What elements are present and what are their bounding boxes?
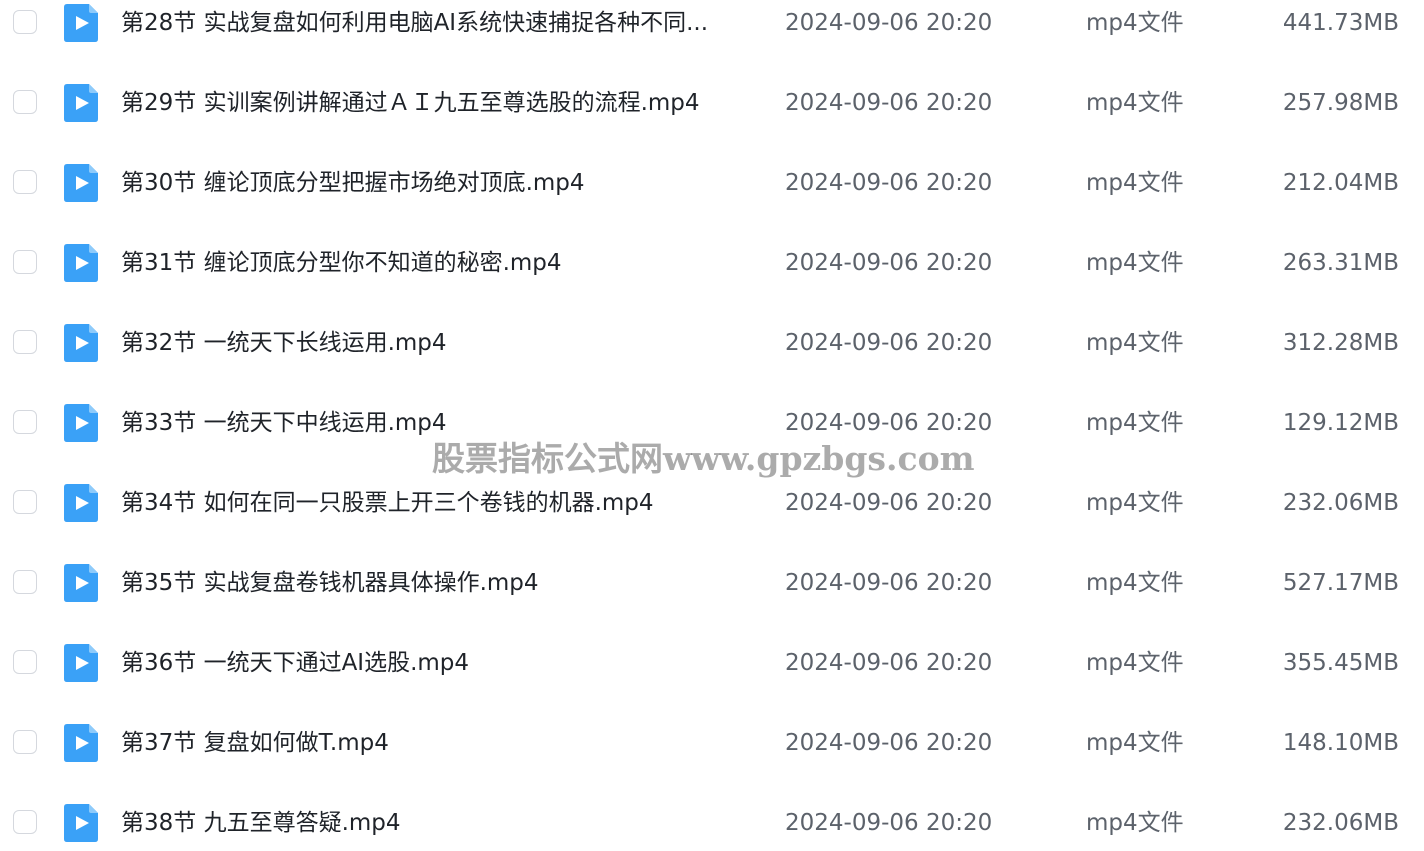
file-row[interactable]: 第30节 缠论顶底分型把握市场绝对顶底.mp4 2024-09-06 20:20… — [0, 161, 1424, 241]
file-type: mp4文件 — [1086, 90, 1184, 116]
video-file-icon — [64, 724, 98, 762]
row-checkbox[interactable] — [13, 330, 37, 354]
row-checkbox[interactable] — [13, 90, 37, 114]
file-size: 212.04MB — [1282, 170, 1399, 196]
video-file-icon — [64, 84, 98, 122]
file-name[interactable]: 第35节 实战复盘卷钱机器具体操作.mp4 — [121, 561, 741, 605]
video-file-icon — [64, 564, 98, 602]
file-row[interactable]: 第29节 实训案例讲解通过ＡＩ九五至尊选股的流程.mp4 2024-09-06 … — [0, 81, 1424, 161]
file-row[interactable]: 第36节 一统天下通过AI选股.mp4 2024-09-06 20:20 mp4… — [0, 641, 1424, 721]
file-size: 232.06MB — [1282, 490, 1399, 516]
file-name[interactable]: 第29节 实训案例讲解通过ＡＩ九五至尊选股的流程.mp4 — [121, 81, 741, 125]
file-size: 263.31MB — [1282, 250, 1399, 276]
video-file-icon — [64, 244, 98, 282]
file-row[interactable]: 第37节 复盘如何做T.mp4 2024-09-06 20:20 mp4文件 1… — [0, 721, 1424, 801]
file-row[interactable]: 第33节 一统天下中线运用.mp4 2024-09-06 20:20 mp4文件… — [0, 401, 1424, 481]
file-date: 2024-09-06 20:20 — [785, 650, 993, 676]
file-size: 312.28MB — [1282, 330, 1399, 356]
file-date: 2024-09-06 20:20 — [785, 570, 993, 596]
file-row[interactable]: 第34节 如何在同一只股票上开三个卷钱的机器.mp4 2024-09-06 20… — [0, 481, 1424, 561]
file-type: mp4文件 — [1086, 410, 1184, 436]
file-size: 441.73MB — [1282, 10, 1399, 36]
video-file-icon — [64, 4, 98, 42]
file-name[interactable]: 第34节 如何在同一只股票上开三个卷钱的机器.mp4 — [121, 481, 741, 525]
row-checkbox[interactable] — [13, 250, 37, 274]
file-name[interactable]: 第28节 实战复盘如何利用电脑AI系统快速捕捉各种不同... — [121, 1, 741, 45]
file-row[interactable]: 第35节 实战复盘卷钱机器具体操作.mp4 2024-09-06 20:20 m… — [0, 561, 1424, 641]
file-name[interactable]: 第30节 缠论顶底分型把握市场绝对顶底.mp4 — [121, 161, 741, 205]
row-checkbox[interactable] — [13, 570, 37, 594]
file-date: 2024-09-06 20:20 — [785, 330, 993, 356]
file-date: 2024-09-06 20:20 — [785, 410, 993, 436]
file-type: mp4文件 — [1086, 10, 1184, 36]
row-checkbox[interactable] — [13, 650, 37, 674]
file-size: 129.12MB — [1282, 410, 1399, 436]
file-date: 2024-09-06 20:20 — [785, 810, 993, 836]
file-name[interactable]: 第33节 一统天下中线运用.mp4 — [121, 401, 741, 445]
row-checkbox[interactable] — [13, 810, 37, 834]
file-row[interactable]: 第32节 一统天下长线运用.mp4 2024-09-06 20:20 mp4文件… — [0, 321, 1424, 401]
row-checkbox[interactable] — [13, 490, 37, 514]
row-checkbox[interactable] — [13, 10, 37, 34]
file-type: mp4文件 — [1086, 730, 1184, 756]
file-row[interactable]: 第28节 实战复盘如何利用电脑AI系统快速捕捉各种不同... 2024-09-0… — [0, 1, 1424, 81]
file-size: 257.98MB — [1282, 90, 1399, 116]
row-checkbox[interactable] — [13, 410, 37, 434]
file-size: 355.45MB — [1282, 650, 1399, 676]
video-file-icon — [64, 804, 98, 842]
row-checkbox[interactable] — [13, 170, 37, 194]
video-file-icon — [64, 404, 98, 442]
file-type: mp4文件 — [1086, 490, 1184, 516]
file-name[interactable]: 第31节 缠论顶底分型你不知道的秘密.mp4 — [121, 241, 741, 285]
video-file-icon — [64, 164, 98, 202]
file-name[interactable]: 第37节 复盘如何做T.mp4 — [121, 721, 741, 765]
file-row[interactable]: 第31节 缠论顶底分型你不知道的秘密.mp4 2024-09-06 20:20 … — [0, 241, 1424, 321]
file-date: 2024-09-06 20:20 — [785, 10, 993, 36]
file-type: mp4文件 — [1086, 330, 1184, 356]
file-row[interactable]: 第38节 九五至尊答疑.mp4 2024-09-06 20:20 mp4文件 2… — [0, 801, 1424, 851]
file-type: mp4文件 — [1086, 810, 1184, 836]
file-date: 2024-09-06 20:20 — [785, 90, 993, 116]
file-date: 2024-09-06 20:20 — [785, 730, 993, 756]
row-checkbox[interactable] — [13, 730, 37, 754]
file-size: 527.17MB — [1282, 570, 1399, 596]
file-date: 2024-09-06 20:20 — [785, 170, 993, 196]
file-date: 2024-09-06 20:20 — [785, 250, 993, 276]
file-date: 2024-09-06 20:20 — [785, 490, 993, 516]
file-size: 232.06MB — [1282, 810, 1399, 836]
file-type: mp4文件 — [1086, 650, 1184, 676]
file-type: mp4文件 — [1086, 170, 1184, 196]
file-name[interactable]: 第36节 一统天下通过AI选股.mp4 — [121, 641, 741, 685]
video-file-icon — [64, 644, 98, 682]
file-name[interactable]: 第32节 一统天下长线运用.mp4 — [121, 321, 741, 365]
file-name[interactable]: 第38节 九五至尊答疑.mp4 — [121, 801, 741, 845]
video-file-icon — [64, 324, 98, 362]
file-type: mp4文件 — [1086, 570, 1184, 596]
video-file-icon — [64, 484, 98, 522]
file-size: 148.10MB — [1282, 730, 1399, 756]
file-type: mp4文件 — [1086, 250, 1184, 276]
file-list: 第28节 实战复盘如何利用电脑AI系统快速捕捉各种不同... 2024-09-0… — [0, 0, 1424, 851]
